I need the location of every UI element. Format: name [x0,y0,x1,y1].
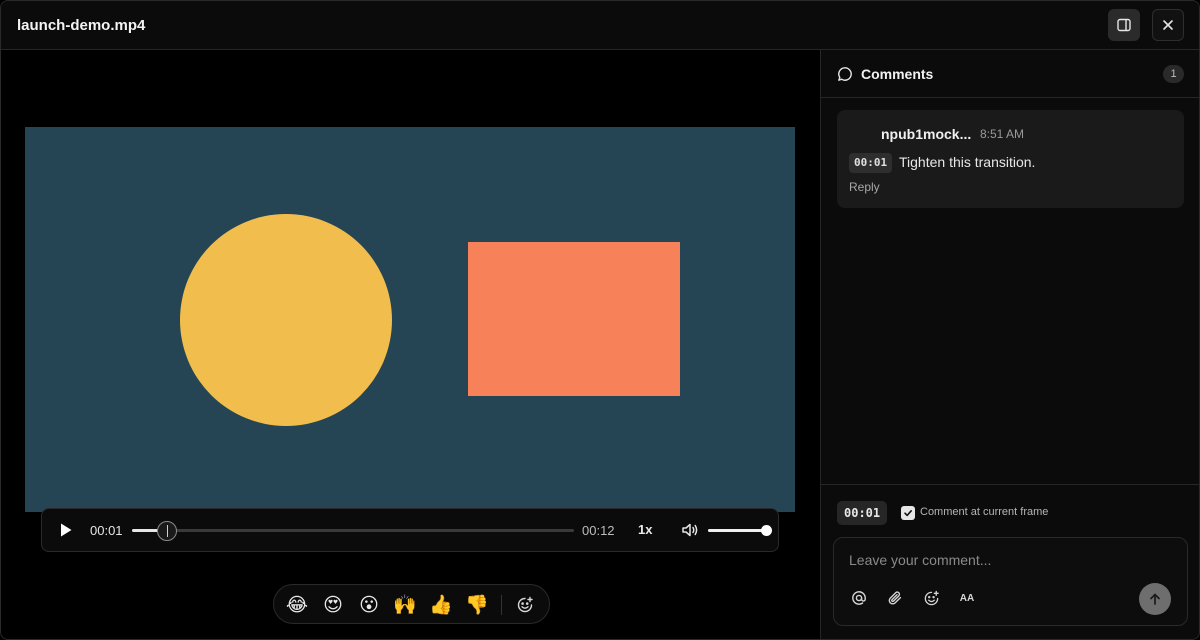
title-bar: launch-demo.mp4 [1,1,1199,50]
player-controls: 00:01 00:12 1x [41,508,779,552]
video-stage: 00:01 00:12 1x 😂 😍 😮 🙌 👍 👎 [1,50,820,639]
current-time: 00:01 [90,523,123,538]
side-panel-icon [1117,18,1131,32]
comment-item: npub1mock... 8:51 AM 00:01 Tighten this … [837,110,1184,208]
seek-handle[interactable] [157,521,178,541]
seek-bar[interactable] [132,521,574,541]
play-icon [61,523,72,537]
reaction-laugh[interactable]: 😂 [284,592,310,618]
text-format-button[interactable]: AA [957,588,977,608]
frame-checkbox-label[interactable]: Comment at current frame [920,506,1048,518]
reaction-raised-hands[interactable]: 🙌 [392,592,418,618]
volume-level [708,529,766,532]
emoji-add-icon [517,596,533,613]
add-reaction-button[interactable] [514,594,536,616]
reaction-heart-eyes[interactable]: 😍 [320,592,346,618]
comment-text: Tighten this transition. [899,154,1036,170]
at-sign-icon [852,591,866,605]
comments-sidebar: Comments 1 npub1mock... 8:51 AM 00:01 Ti… [820,50,1199,639]
volume-slider[interactable] [708,525,772,536]
emoji-add-icon [924,590,939,605]
attach-button[interactable] [885,588,905,608]
comment-author: npub1mock... [881,126,972,142]
reaction-divider [501,595,502,615]
comment-bubble-icon [838,67,852,81]
reaction-bar: 😂 😍 😮 🙌 👍 👎 [273,584,550,624]
window-title: launch-demo.mp4 [17,17,146,34]
comment-count-badge: 1 [1163,65,1184,83]
orange-rectangle-shape [468,242,680,396]
comment-timestamp-chip[interactable]: 00:01 [849,153,893,173]
toggle-panel-button[interactable] [1108,9,1140,41]
close-icon [1163,20,1173,30]
mention-button[interactable] [849,588,869,608]
volume-handle[interactable] [761,525,772,536]
comments-title: Comments [861,66,934,82]
reaction-thumbs-down[interactable]: 👎 [464,592,490,618]
comment-input[interactable] [849,550,1169,570]
arrow-up-icon [1150,593,1160,605]
paperclip-icon [888,591,902,605]
reply-link[interactable]: Reply [849,180,880,194]
comment-composer: AA [833,537,1188,626]
video-review-window: launch-demo.mp4 00:01 00:12 1x 😂 😍 😮 🙌 👍… [0,0,1200,640]
mute-button[interactable] [680,520,700,540]
play-button[interactable] [56,520,76,540]
current-frame-chip: 00:01 [837,501,888,525]
playback-rate-button[interactable]: 1x [638,522,652,537]
duration-time: 00:12 [582,523,615,538]
yellow-circle-shape [180,214,392,426]
comment-time: 8:51 AM [980,127,1025,141]
comment-composer-area: 00:01 Comment at current frame Leave you… [821,484,1199,639]
close-button[interactable] [1152,9,1184,41]
comments-header: Comments 1 [821,50,1199,98]
emoji-button[interactable] [921,588,941,608]
frame-checkbox[interactable] [901,506,915,520]
video-frame[interactable] [25,127,795,512]
check-icon [904,510,912,517]
reaction-surprised[interactable]: 😮 [356,592,382,618]
reaction-thumbs-up[interactable]: 👍 [428,592,454,618]
send-button[interactable] [1139,583,1171,615]
volume-icon [682,523,698,537]
